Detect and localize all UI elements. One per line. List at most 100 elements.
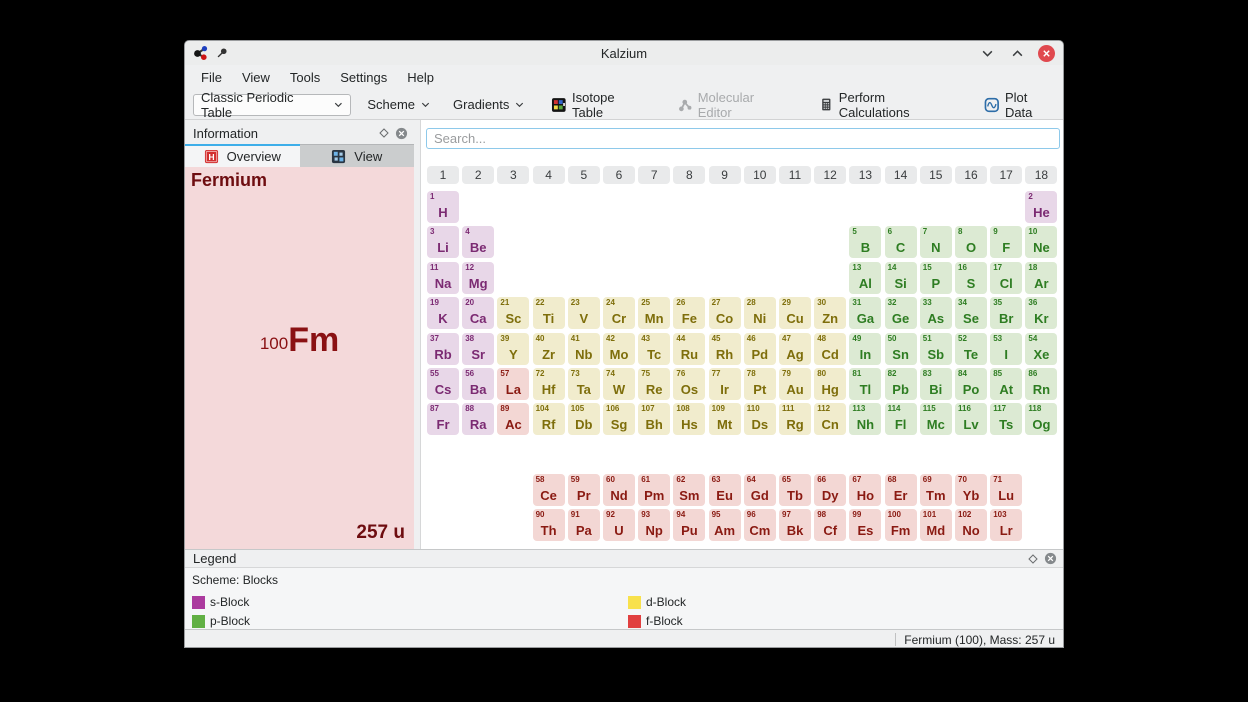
isotope-table-button[interactable]: Isotope Table (545, 93, 653, 117)
element-Lu[interactable]: 71Lu (990, 474, 1022, 506)
element-Ba[interactable]: 56Ba (462, 368, 494, 400)
element-Tb[interactable]: 65Tb (779, 474, 811, 506)
element-Hg[interactable]: 80Hg (814, 368, 846, 400)
element-Sn[interactable]: 50Sn (885, 333, 917, 365)
element-Te[interactable]: 52Te (955, 333, 987, 365)
menu-settings[interactable]: Settings (330, 67, 397, 88)
element-Np[interactable]: 93Np (638, 509, 670, 541)
plot-data-button[interactable]: Plot Data (978, 93, 1063, 117)
menu-file[interactable]: File (191, 67, 232, 88)
element-Ca[interactable]: 20Ca (462, 297, 494, 329)
element-Na[interactable]: 11Na (427, 262, 459, 294)
element-Ts[interactable]: 117Ts (990, 403, 1022, 435)
element-F[interactable]: 9F (990, 226, 1022, 258)
element-Ar[interactable]: 18Ar (1025, 262, 1057, 294)
element-Sc[interactable]: 21Sc (497, 297, 529, 329)
element-Se[interactable]: 34Se (955, 297, 987, 329)
element-Ho[interactable]: 67Ho (849, 474, 881, 506)
element-V[interactable]: 23V (568, 297, 600, 329)
element-N[interactable]: 7N (920, 226, 952, 258)
element-Ge[interactable]: 32Ge (885, 297, 917, 329)
element-Mo[interactable]: 42Mo (603, 333, 635, 365)
element-Co[interactable]: 27Co (709, 297, 741, 329)
element-Md[interactable]: 101Md (920, 509, 952, 541)
menu-view[interactable]: View (232, 67, 280, 88)
element-Ce[interactable]: 58Ce (533, 474, 565, 506)
element-Gd[interactable]: 64Gd (744, 474, 776, 506)
float-panel-icon[interactable] (1028, 554, 1038, 564)
element-P[interactable]: 15P (920, 262, 952, 294)
element-Tl[interactable]: 81Tl (849, 368, 881, 400)
element-At[interactable]: 85At (990, 368, 1022, 400)
element-Pm[interactable]: 61Pm (638, 474, 670, 506)
element-Zn[interactable]: 30Zn (814, 297, 846, 329)
maximize-button[interactable] (1008, 44, 1026, 62)
element-Os[interactable]: 76Os (673, 368, 705, 400)
element-Hs[interactable]: 108Hs (673, 403, 705, 435)
element-Li[interactable]: 3Li (427, 226, 459, 258)
element-Eu[interactable]: 63Eu (709, 474, 741, 506)
element-Ra[interactable]: 88Ra (462, 403, 494, 435)
element-I[interactable]: 53I (990, 333, 1022, 365)
element-Lv[interactable]: 116Lv (955, 403, 987, 435)
element-Fe[interactable]: 26Fe (673, 297, 705, 329)
element-Mt[interactable]: 109Mt (709, 403, 741, 435)
element-K[interactable]: 19K (427, 297, 459, 329)
element-Re[interactable]: 75Re (638, 368, 670, 400)
element-Si[interactable]: 14Si (885, 262, 917, 294)
element-Nb[interactable]: 41Nb (568, 333, 600, 365)
element-He[interactable]: 2He (1025, 191, 1057, 223)
element-Pu[interactable]: 94Pu (673, 509, 705, 541)
element-B[interactable]: 5B (849, 226, 881, 258)
close-button[interactable] (1038, 45, 1055, 62)
element-Es[interactable]: 99Es (849, 509, 881, 541)
element-Ds[interactable]: 110Ds (744, 403, 776, 435)
element-Er[interactable]: 68Er (885, 474, 917, 506)
element-Yb[interactable]: 70Yb (955, 474, 987, 506)
element-H[interactable]: 1H (427, 191, 459, 223)
element-No[interactable]: 102No (955, 509, 987, 541)
float-panel-icon[interactable] (379, 128, 389, 138)
element-Ni[interactable]: 28Ni (744, 297, 776, 329)
element-Cr[interactable]: 24Cr (603, 297, 635, 329)
element-In[interactable]: 49In (849, 333, 881, 365)
element-Am[interactable]: 95Am (709, 509, 741, 541)
element-Lr[interactable]: 103Lr (990, 509, 1022, 541)
element-O[interactable]: 8O (955, 226, 987, 258)
table-type-selector[interactable]: Classic Periodic Table (193, 94, 351, 116)
element-La[interactable]: 57La (497, 368, 529, 400)
close-panel-icon[interactable] (1044, 552, 1057, 565)
element-Cf[interactable]: 98Cf (814, 509, 846, 541)
element-Nh[interactable]: 113Nh (849, 403, 881, 435)
element-Cd[interactable]: 48Cd (814, 333, 846, 365)
element-Xe[interactable]: 54Xe (1025, 333, 1057, 365)
perform-calculations-button[interactable]: Perform Calculations (813, 93, 962, 117)
element-Dy[interactable]: 66Dy (814, 474, 846, 506)
element-Tc[interactable]: 43Tc (638, 333, 670, 365)
element-Ta[interactable]: 73Ta (568, 368, 600, 400)
element-Pa[interactable]: 91Pa (568, 509, 600, 541)
element-Sg[interactable]: 106Sg (603, 403, 635, 435)
element-Rb[interactable]: 37Rb (427, 333, 459, 365)
element-Fm[interactable]: 100Fm (885, 509, 917, 541)
minimize-button[interactable] (978, 44, 996, 62)
element-Th[interactable]: 90Th (533, 509, 565, 541)
element-Cs[interactable]: 55Cs (427, 368, 459, 400)
element-Bi[interactable]: 83Bi (920, 368, 952, 400)
element-W[interactable]: 74W (603, 368, 635, 400)
element-Sm[interactable]: 62Sm (673, 474, 705, 506)
element-Au[interactable]: 79Au (779, 368, 811, 400)
element-Ti[interactable]: 22Ti (533, 297, 565, 329)
element-Nd[interactable]: 60Nd (603, 474, 635, 506)
element-Pt[interactable]: 78Pt (744, 368, 776, 400)
element-Fl[interactable]: 114Fl (885, 403, 917, 435)
element-Og[interactable]: 118Og (1025, 403, 1057, 435)
element-Db[interactable]: 105Db (568, 403, 600, 435)
element-Rn[interactable]: 86Rn (1025, 368, 1057, 400)
element-Y[interactable]: 39Y (497, 333, 529, 365)
element-Cu[interactable]: 29Cu (779, 297, 811, 329)
pin-icon[interactable] (215, 46, 229, 60)
element-Kr[interactable]: 36Kr (1025, 297, 1057, 329)
gradients-button[interactable]: Gradients (447, 93, 531, 117)
element-Al[interactable]: 13Al (849, 262, 881, 294)
